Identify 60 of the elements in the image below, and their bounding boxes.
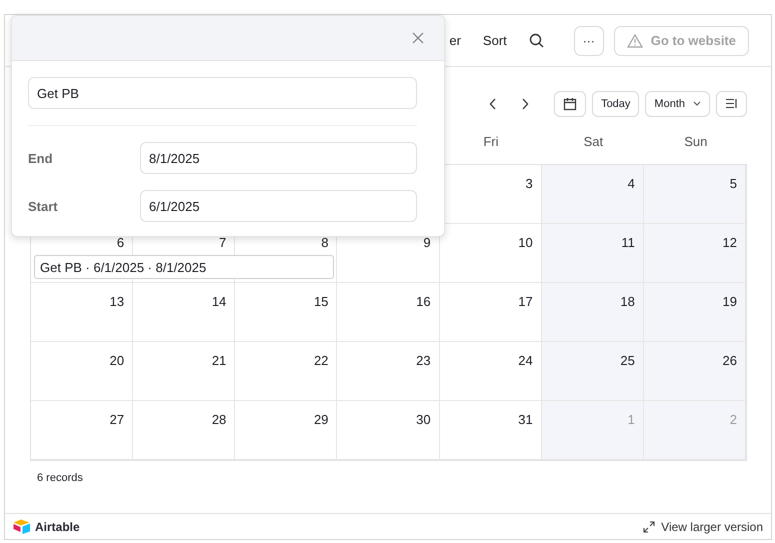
- logo-icon: [13, 519, 31, 534]
- day-number: 20: [110, 353, 124, 368]
- chevron-left-icon: [489, 98, 498, 110]
- day-number: 6: [116, 235, 124, 250]
- day-number: 14: [212, 294, 226, 309]
- day-number: 29: [314, 412, 328, 427]
- sort-button[interactable]: Sort: [482, 33, 507, 48]
- day-number: 7: [219, 235, 226, 250]
- field-label: Start: [28, 198, 59, 214]
- day-number: 22: [314, 353, 328, 368]
- day-number: 31: [518, 412, 533, 427]
- toolbar-label[interactable]: er: [449, 33, 461, 48]
- record-count: 6 records: [37, 472, 84, 484]
- day-number: 10: [518, 235, 533, 250]
- chevron-right-icon: [521, 98, 530, 110]
- day-number: 19: [722, 294, 737, 309]
- day-number: 23: [416, 353, 431, 368]
- title-field[interactable]: Get PB: [28, 77, 417, 109]
- weekday-label: Sat: [582, 134, 604, 149]
- day-number: 28: [212, 412, 226, 427]
- view-dropdown[interactable]: Month: [645, 90, 710, 116]
- field-label: End: [28, 150, 54, 166]
- day-number: 4: [628, 176, 635, 191]
- day-number: 9: [423, 235, 431, 250]
- day-number: 21: [212, 353, 226, 368]
- day-number: 3: [525, 176, 533, 191]
- calendar-button[interactable]: [554, 90, 586, 116]
- day-number: 5: [730, 176, 737, 191]
- day-number: 24: [518, 353, 533, 368]
- day-number: 16: [416, 294, 431, 309]
- close-icon[interactable]: [412, 32, 424, 44]
- event-bar[interactable]: Get PB · 6/1/2025 · 8/1/2025: [34, 255, 334, 279]
- date-field[interactable]: 6/1/2025: [140, 190, 417, 222]
- day-number: 8: [321, 235, 328, 250]
- day-number: 17: [518, 294, 533, 309]
- search-icon[interactable]: [528, 33, 544, 48]
- date-field[interactable]: 8/1/2025: [140, 142, 417, 174]
- caret-icon: [693, 101, 701, 106]
- day-number: 15: [314, 294, 328, 309]
- weekday-label: Fri: [482, 134, 500, 149]
- day-number: 27: [110, 412, 124, 427]
- day-number: 25: [620, 353, 635, 368]
- day-number: 13: [110, 294, 124, 309]
- day-number: 2: [730, 412, 737, 427]
- calendar-icon: [563, 96, 578, 110]
- day-number: 11: [621, 235, 635, 250]
- day-number: 26: [722, 353, 737, 368]
- day-number: 1: [628, 412, 635, 427]
- list-icon: [725, 98, 738, 109]
- brand-name: Airtable: [35, 520, 80, 534]
- more-button[interactable]: ···: [574, 26, 604, 56]
- day-number: 12: [722, 235, 737, 250]
- warning-icon: [626, 34, 643, 48]
- weekday-label: Sun: [683, 134, 708, 149]
- day-number: 30: [416, 412, 431, 427]
- list-button[interactable]: [716, 90, 747, 116]
- day-number: 18: [620, 294, 635, 309]
- today-button[interactable]: Today: [592, 90, 640, 116]
- expand-icon: [643, 520, 656, 532]
- view-larger-link[interactable]: View larger version: [643, 520, 763, 534]
